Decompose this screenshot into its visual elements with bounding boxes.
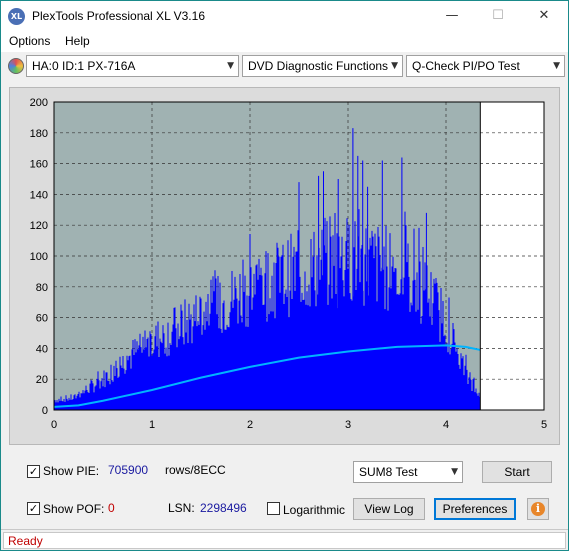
minimize-button[interactable]: — <box>429 1 475 31</box>
show-pie-label: Show PIE: <box>43 464 100 478</box>
y-tick-label: 140 <box>30 189 48 201</box>
x-tick-label: 0 <box>51 419 57 431</box>
chevron-down-icon: ▼ <box>451 467 458 477</box>
drive-select-value: HA:0 ID:1 PX-716A <box>32 59 136 73</box>
status-text: Ready <box>8 534 43 548</box>
show-pie-checkbox[interactable]: ✓ <box>27 465 40 478</box>
app-window: XL PlexTools Professional XL V3.16 — ☐ ✕… <box>0 0 569 551</box>
show-pof-checkbox[interactable]: ✓ <box>27 502 40 515</box>
x-tick-label: 3 <box>345 419 351 431</box>
x-tick-label: 5 <box>541 419 547 431</box>
disc-icon <box>8 58 24 74</box>
controls-panel: ✓ Show PIE: 705900 rows/8ECC SUM8 Test ▼… <box>9 451 560 527</box>
x-tick-label: 1 <box>149 419 155 431</box>
test-select-value: Q-Check PI/PO Test <box>412 59 520 73</box>
y-tick-label: 0 <box>42 405 48 417</box>
logarithmic-label: Logarithmic <box>283 503 346 517</box>
x-tick-label: 2 <box>247 419 253 431</box>
test-select[interactable]: Q-Check PI/PO Test ▼ <box>406 55 565 77</box>
show-pof-label: Show POF: <box>43 502 105 516</box>
view-log-button[interactable]: View Log <box>353 498 425 520</box>
lsn-value: 2298496 <box>200 501 247 515</box>
toolbar: HA:0 ID:1 PX-716A ▼ DVD Diagnostic Funct… <box>1 52 568 80</box>
x-tick-label: 4 <box>443 419 449 431</box>
info-icon: i <box>531 502 545 516</box>
lsn-label: LSN: <box>168 501 195 515</box>
y-tick-label: 20 <box>36 374 48 386</box>
y-tick-label: 160 <box>30 159 48 171</box>
y-tick-label: 60 <box>36 313 48 325</box>
test-mode-select[interactable]: SUM8 Test ▼ <box>353 461 463 483</box>
pie-unit: rows/8ECC <box>165 463 226 477</box>
chevron-down-icon: ▼ <box>553 61 560 71</box>
menu-help[interactable]: Help <box>65 34 90 48</box>
y-tick-label: 40 <box>36 343 48 355</box>
status-field: Ready <box>3 532 566 549</box>
title-bar: XL PlexTools Professional XL V3.16 — ☐ ✕ <box>1 1 568 31</box>
pof-value: 0 <box>108 501 115 515</box>
close-button[interactable]: ✕ <box>521 1 567 31</box>
maximize-button[interactable]: ☐ <box>475 1 521 31</box>
test-mode-value: SUM8 Test <box>359 465 418 479</box>
chevron-down-icon: ▼ <box>227 61 234 71</box>
logarithmic-checkbox[interactable] <box>267 502 280 515</box>
pie-value: 705900 <box>108 463 149 477</box>
preferences-button[interactable]: Preferences <box>434 498 516 520</box>
function-select-value: DVD Diagnostic Functions <box>248 59 389 73</box>
status-bar: Ready <box>1 529 568 550</box>
menu-options[interactable]: Options <box>9 34 50 48</box>
y-tick-label: 100 <box>30 251 48 263</box>
y-tick-label: 120 <box>30 220 48 232</box>
y-tick-label: 80 <box>36 282 48 294</box>
chart-panel: 0 20 40 60 80 100 120 140 160 180 200 0 1 2 3 4 5 <box>9 87 560 445</box>
chevron-down-icon: ▼ <box>391 61 398 71</box>
drive-select[interactable]: HA:0 ID:1 PX-716A ▼ <box>26 55 239 77</box>
info-button[interactable]: i <box>527 498 549 520</box>
y-tick-label: 200 <box>30 97 48 109</box>
y-tick-label: 180 <box>30 128 48 140</box>
window-title: PlexTools Professional XL V3.16 <box>32 9 205 23</box>
menu-bar: Options Help <box>1 31 568 52</box>
app-logo-icon: XL <box>8 8 25 25</box>
start-button[interactable]: Start <box>482 461 552 483</box>
pi-po-chart: 0 20 40 60 80 100 120 140 160 180 200 0 1 2 3 4 5 <box>30 97 547 431</box>
function-select[interactable]: DVD Diagnostic Functions ▼ <box>242 55 403 77</box>
